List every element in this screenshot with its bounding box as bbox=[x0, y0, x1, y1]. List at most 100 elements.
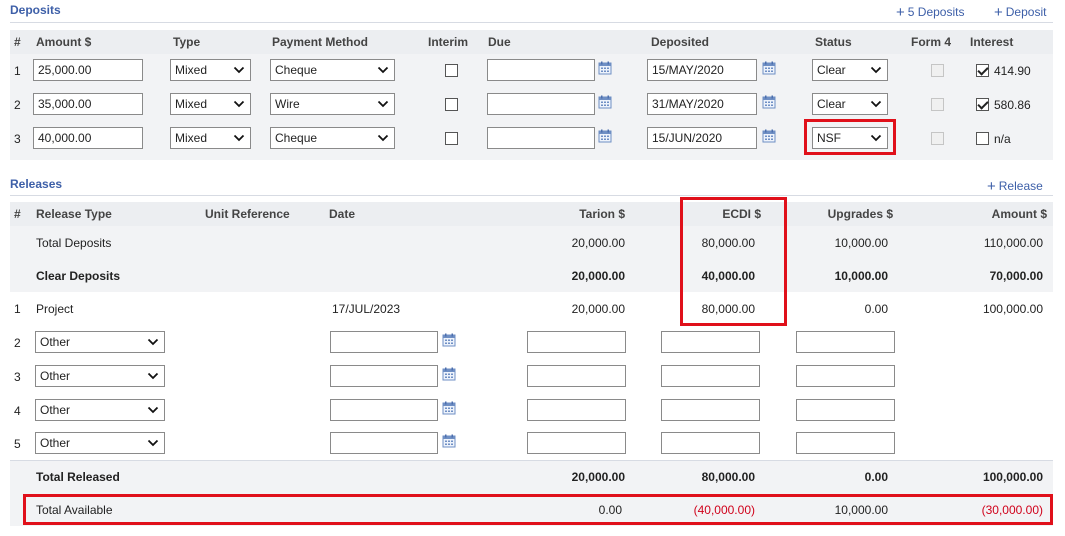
interim-checkbox[interactable] bbox=[445, 132, 458, 145]
interest-checkbox[interactable] bbox=[976, 132, 989, 145]
add-release-link[interactable]: + Release bbox=[987, 177, 1043, 195]
amount-input[interactable]: 25,000.00 bbox=[33, 59, 143, 81]
release-type-value: Other bbox=[40, 335, 71, 349]
deposits-header-bar bbox=[10, 30, 1053, 54]
add-deposit-link[interactable]: + Deposit bbox=[994, 3, 1046, 21]
row-number: 5 bbox=[14, 437, 21, 451]
calendar-icon[interactable] bbox=[598, 129, 612, 143]
status-value: Clear bbox=[817, 97, 846, 111]
calendar-icon[interactable] bbox=[762, 61, 776, 75]
upgrades-input[interactable] bbox=[796, 432, 895, 454]
row-number: 3 bbox=[14, 132, 21, 146]
type-select[interactable]: Mixed bbox=[170, 59, 251, 81]
release-type-select[interactable]: Other bbox=[35, 432, 165, 454]
project-amount: 100,000.00 bbox=[982, 302, 1043, 316]
col-header-status: Status bbox=[815, 35, 852, 49]
project-tarion: 20,000.00 bbox=[571, 302, 625, 316]
ecdi-input[interactable] bbox=[661, 331, 760, 353]
tarion-input[interactable] bbox=[527, 399, 626, 421]
row-number: 4 bbox=[14, 404, 21, 418]
release-type-value: Other bbox=[40, 436, 71, 450]
payment-method-select[interactable]: Wire bbox=[270, 93, 395, 115]
col-header-payment-method: Payment Method bbox=[272, 35, 369, 49]
deposited-date-input[interactable]: 31/MAY/2020 bbox=[647, 93, 757, 115]
interest-checkbox[interactable] bbox=[976, 64, 989, 77]
interest-value: 580.86 bbox=[994, 98, 1031, 112]
tarion-input[interactable] bbox=[527, 331, 626, 353]
total-available-highlight-box bbox=[23, 494, 1053, 525]
release-type-select[interactable]: Other bbox=[35, 399, 165, 421]
deposited-date-input[interactable]: 15/MAY/2020 bbox=[647, 59, 757, 81]
divider bbox=[10, 22, 1053, 23]
row-number: 2 bbox=[14, 98, 21, 112]
calendar-icon[interactable] bbox=[762, 95, 776, 109]
release-date-input[interactable] bbox=[330, 365, 438, 387]
interim-checkbox[interactable] bbox=[445, 98, 458, 111]
calendar-icon[interactable] bbox=[598, 95, 612, 109]
col-header-deposited: Deposited bbox=[651, 35, 710, 49]
payment-method-select[interactable]: Cheque bbox=[270, 59, 395, 81]
amount-input[interactable]: 40,000.00 bbox=[33, 127, 143, 149]
due-date-input[interactable] bbox=[487, 127, 595, 149]
col-header-unit-reference: Unit Reference bbox=[205, 207, 290, 221]
type-select[interactable]: Mixed bbox=[170, 127, 251, 149]
payment-method-select[interactable]: Cheque bbox=[270, 127, 395, 149]
amount-input[interactable]: 35,000.00 bbox=[33, 93, 143, 115]
interest-checkbox[interactable] bbox=[976, 98, 989, 111]
deposited-date-input[interactable]: 15/JUN/2020 bbox=[647, 127, 757, 149]
calendar-icon[interactable] bbox=[442, 367, 456, 381]
release-type-select[interactable]: Other bbox=[35, 365, 165, 387]
form4-checkbox[interactable] bbox=[931, 64, 944, 77]
col-header-due: Due bbox=[488, 35, 511, 49]
releases-title: Releases bbox=[10, 177, 63, 191]
chevron-down-icon bbox=[233, 98, 245, 110]
chevron-down-icon bbox=[377, 98, 389, 110]
release-type-select[interactable]: Other bbox=[35, 331, 165, 353]
status-select[interactable]: Clear bbox=[812, 59, 888, 81]
ecdi-input[interactable] bbox=[661, 399, 760, 421]
col-header-release-type: Release Type bbox=[36, 207, 112, 221]
col-header-num: # bbox=[14, 207, 21, 221]
upgrades-input[interactable] bbox=[796, 399, 895, 421]
calendar-icon[interactable] bbox=[442, 333, 456, 347]
chevron-down-icon bbox=[233, 132, 245, 144]
form4-checkbox[interactable] bbox=[931, 132, 944, 145]
release-date-input[interactable] bbox=[330, 331, 438, 353]
release-date-input[interactable] bbox=[330, 399, 438, 421]
upgrades-input[interactable] bbox=[796, 365, 895, 387]
tarion-input[interactable] bbox=[527, 432, 626, 454]
project-upgrades: 0.00 bbox=[864, 302, 888, 316]
due-date-input[interactable] bbox=[487, 93, 595, 115]
ecdi-highlight-box bbox=[680, 197, 787, 326]
calendar-icon[interactable] bbox=[442, 401, 456, 415]
release-type-value: Other bbox=[40, 403, 71, 417]
release-type-value: Other bbox=[40, 369, 71, 383]
calendar-icon[interactable] bbox=[598, 61, 612, 75]
total-released-amount: 100,000.00 bbox=[982, 470, 1043, 484]
form4-checkbox[interactable] bbox=[931, 98, 944, 111]
calendar-icon[interactable] bbox=[442, 434, 456, 448]
ecdi-input[interactable] bbox=[661, 365, 760, 387]
upgrades-input[interactable] bbox=[796, 331, 895, 353]
calendar-icon[interactable] bbox=[762, 129, 776, 143]
type-select[interactable]: Mixed bbox=[170, 93, 251, 115]
divider bbox=[10, 195, 1053, 196]
col-header-date: Date bbox=[329, 207, 356, 221]
clear-deposits-amount: 70,000.00 bbox=[989, 269, 1043, 283]
deposits-title: Deposits bbox=[10, 3, 61, 17]
total-deposits-tarion: 20,000.00 bbox=[571, 236, 625, 250]
col-header-amount: Amount $ bbox=[36, 35, 92, 49]
interim-checkbox[interactable] bbox=[445, 64, 458, 77]
status-highlight-box bbox=[804, 119, 896, 155]
add-five-deposits-label: 5 Deposits bbox=[907, 5, 965, 19]
row-number: 1 bbox=[14, 64, 21, 78]
interest-value: 414.90 bbox=[994, 64, 1031, 78]
status-select[interactable]: Clear bbox=[812, 93, 888, 115]
chevron-down-icon bbox=[870, 64, 882, 76]
release-date-input[interactable] bbox=[330, 432, 438, 454]
chevron-down-icon bbox=[147, 370, 159, 382]
due-date-input[interactable] bbox=[487, 59, 595, 81]
ecdi-input[interactable] bbox=[661, 432, 760, 454]
add-five-deposits-link[interactable]: +5 Deposits bbox=[896, 3, 965, 21]
tarion-input[interactable] bbox=[527, 365, 626, 387]
